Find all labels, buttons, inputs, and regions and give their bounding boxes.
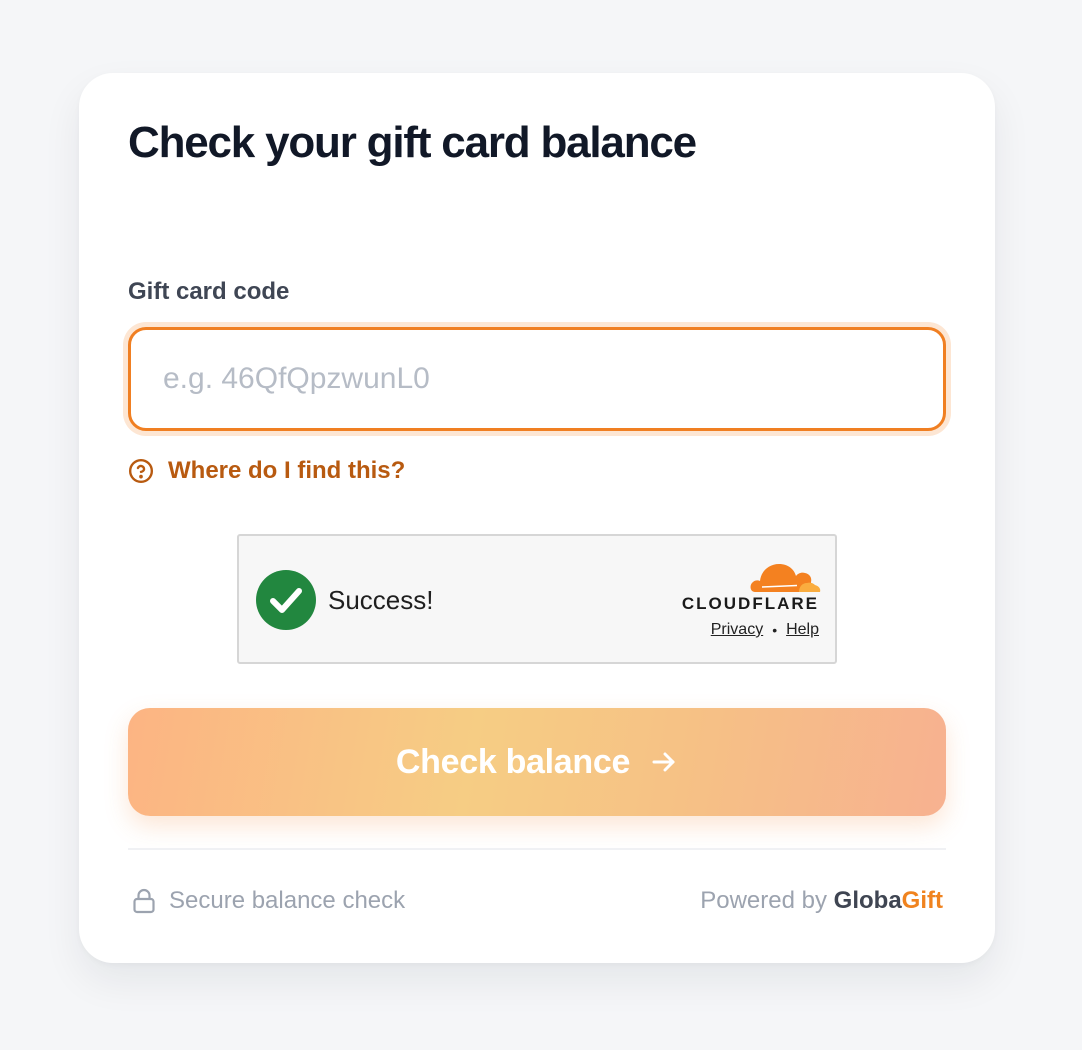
gift-card-code-label: Gift card code [128,278,290,305]
balance-check-card: Check your gift card balance Gift card c… [79,73,995,963]
check-balance-label: Check balance [395,742,631,781]
cloudflare-cloud-icon [750,564,821,592]
gift-card-code-input[interactable] [128,327,946,431]
brand-name-globa: Globa [833,887,902,914]
captcha-widget: Success! CLOUDFLARE Privacy • Help [237,534,837,664]
captcha-privacy-link[interactable]: Privacy [711,620,763,640]
check-balance-button[interactable]: Check balance [128,708,946,816]
secure-balance-check: Secure balance check [132,886,405,916]
arrow-right-icon [652,752,675,772]
powered-by: Powered by GlobaGift [700,886,943,916]
cloudflare-wordmark: CLOUDFLARE [681,594,819,613]
secure-balance-check-text: Secure balance check [169,887,406,914]
page-title: Check your gift card balance [128,118,697,167]
captcha-status-text: Success! [328,585,434,615]
captcha-links-separator: • [772,622,778,638]
check-circle-icon [256,570,316,630]
captcha-links: Privacy • Help [711,620,819,640]
where-do-i-find-this-link[interactable]: Where do I find this? [128,456,405,486]
footer-divider [128,848,946,850]
lock-icon [133,888,155,914]
question-circle-icon [128,458,154,484]
captcha-help-link[interactable]: Help [786,620,819,640]
where-do-i-find-this-text: Where do I find this? [168,457,406,484]
powered-by-prefix: Powered by [700,887,827,914]
brand-name-gift: Gift [901,887,943,914]
